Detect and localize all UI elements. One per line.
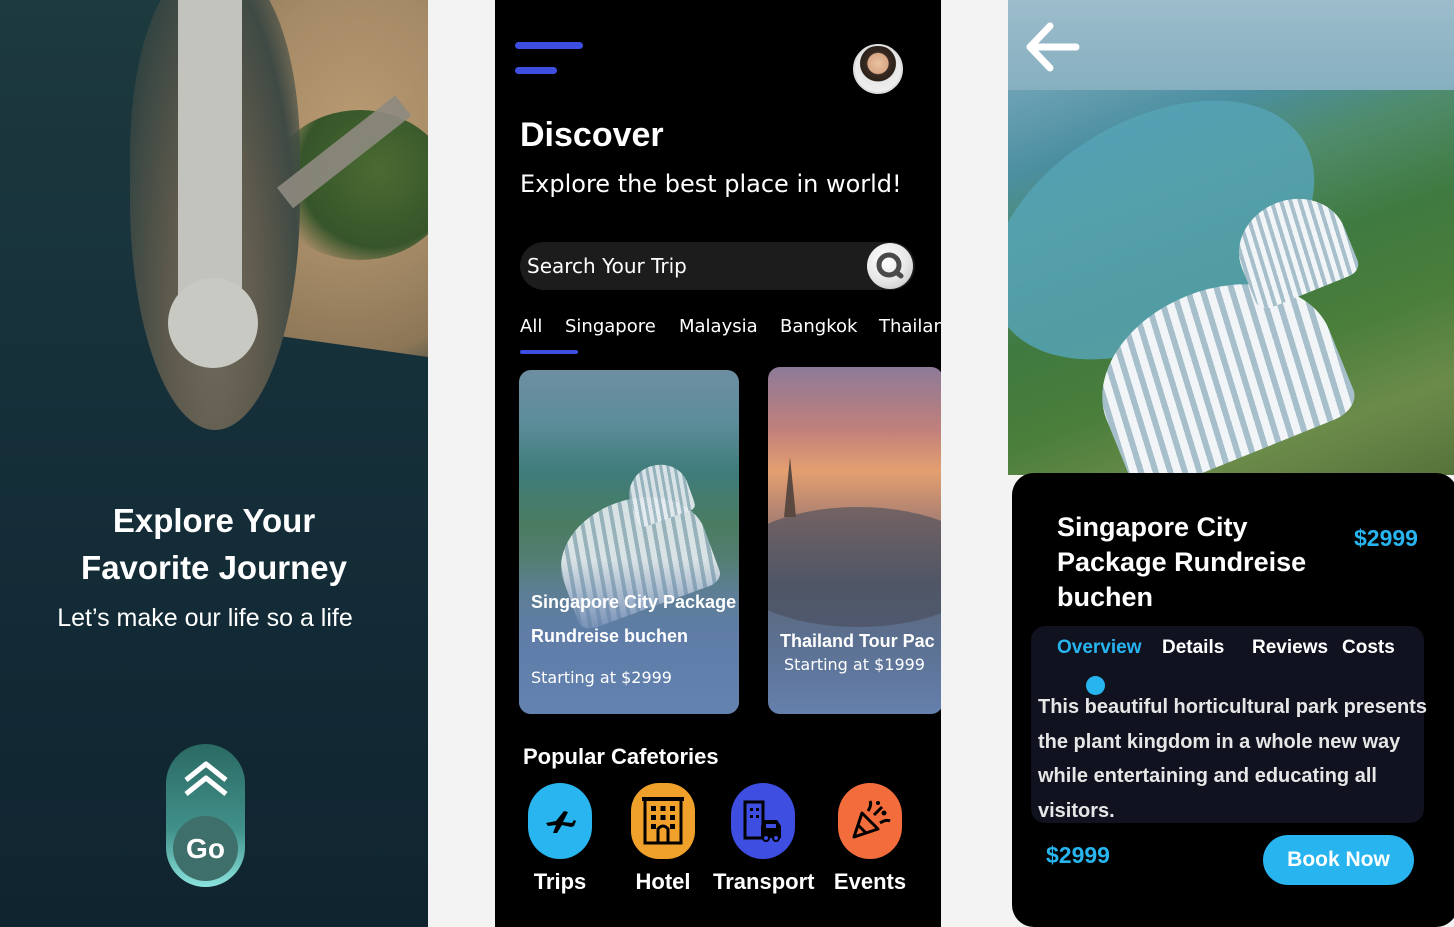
bottom-price: $2999 — [1046, 842, 1110, 868]
tab-bangkok[interactable]: Bangkok — [780, 316, 857, 337]
card-price: Starting at $2999 — [531, 668, 672, 687]
search-icon — [876, 252, 904, 279]
hotel-icon — [631, 783, 695, 859]
tab-all[interactable]: All — [520, 316, 542, 337]
detail-screen: Singapore City Package Rundreise buchen … — [1008, 0, 1454, 927]
onboarding-title-line2: Favorite Journey — [81, 549, 347, 586]
page-subtitle: Explore the best place in world! — [520, 170, 902, 198]
hamburger-menu-icon[interactable] — [515, 42, 585, 78]
category-events[interactable]: Events — [820, 783, 920, 895]
category-label: Events — [833, 869, 907, 894]
trip-card-thailand[interactable]: Thailand Tour Pac Starting at $1999 — [768, 367, 941, 714]
active-tab-indicator — [520, 350, 578, 354]
tab-singapore[interactable]: Singapore — [565, 316, 656, 337]
card-title-line1: Thailand Tour Pac — [780, 631, 935, 651]
page-title: Discover — [520, 116, 664, 154]
categories-title: Popular Cafetories — [523, 744, 719, 769]
category-trips[interactable]: Trips — [510, 783, 610, 895]
swipe-up-slider[interactable]: Go — [166, 744, 245, 887]
book-now-button[interactable]: Book Now — [1263, 835, 1414, 885]
destination-tabs: All Singapore Malaysia Bangkok Thailan — [520, 316, 941, 356]
category-hotel[interactable]: Hotel — [613, 783, 713, 895]
search-bar — [520, 242, 915, 290]
detail-title: Singapore City Package Rundreise buchen — [1057, 512, 1307, 612]
back-arrow-icon[interactable] — [1022, 18, 1080, 76]
canvas: Explore Your Favorite Journey Let’s make… — [0, 0, 1454, 927]
avatar[interactable] — [853, 44, 903, 94]
go-button[interactable]: Go — [173, 816, 238, 881]
card-title-line1: Singapore City Package — [531, 592, 737, 612]
tab-reviews[interactable]: Reviews — [1252, 637, 1328, 659]
tab-details[interactable]: Details — [1162, 637, 1224, 659]
discover-screen: Discover Explore the best place in world… — [495, 0, 941, 927]
tab-overview[interactable]: Overview — [1057, 637, 1142, 659]
category-label: Transport — [713, 869, 815, 894]
search-button[interactable] — [867, 243, 913, 289]
trip-card-singapore[interactable]: Singapore City Package Rundreise buchen … — [519, 370, 739, 714]
category-transport[interactable]: Transport — [713, 783, 815, 895]
airplane-icon — [528, 783, 592, 859]
card-price: Starting at $1999 — [784, 655, 925, 674]
pier-walkway — [178, 0, 242, 300]
search-input[interactable] — [527, 242, 857, 290]
tab-malaysia[interactable]: Malaysia — [679, 316, 758, 337]
party-popper-icon — [838, 783, 902, 859]
tab-thailand[interactable]: Thailan — [879, 316, 941, 337]
onboarding-subtitle: Let’s make our life so a life — [57, 604, 353, 632]
description-text: This beautiful horticultural park presen… — [1038, 696, 1427, 822]
onboarding-screen: Explore Your Favorite Journey Let’s make… — [0, 0, 428, 927]
temple-spire-image — [784, 457, 796, 517]
card-title-line2: Rundreise buchen — [531, 626, 689, 646]
tab-costs[interactable]: Costs — [1342, 637, 1395, 659]
pier-round-end — [168, 278, 258, 368]
hill-image — [768, 507, 941, 627]
category-label: Trips — [533, 869, 587, 894]
category-label: Hotel — [635, 869, 691, 894]
onboarding-title-line1: Explore Your — [112, 502, 316, 539]
transport-icon — [731, 783, 795, 859]
double-chevron-up-icon — [184, 761, 228, 796]
detail-price: $2999 — [1354, 525, 1418, 551]
